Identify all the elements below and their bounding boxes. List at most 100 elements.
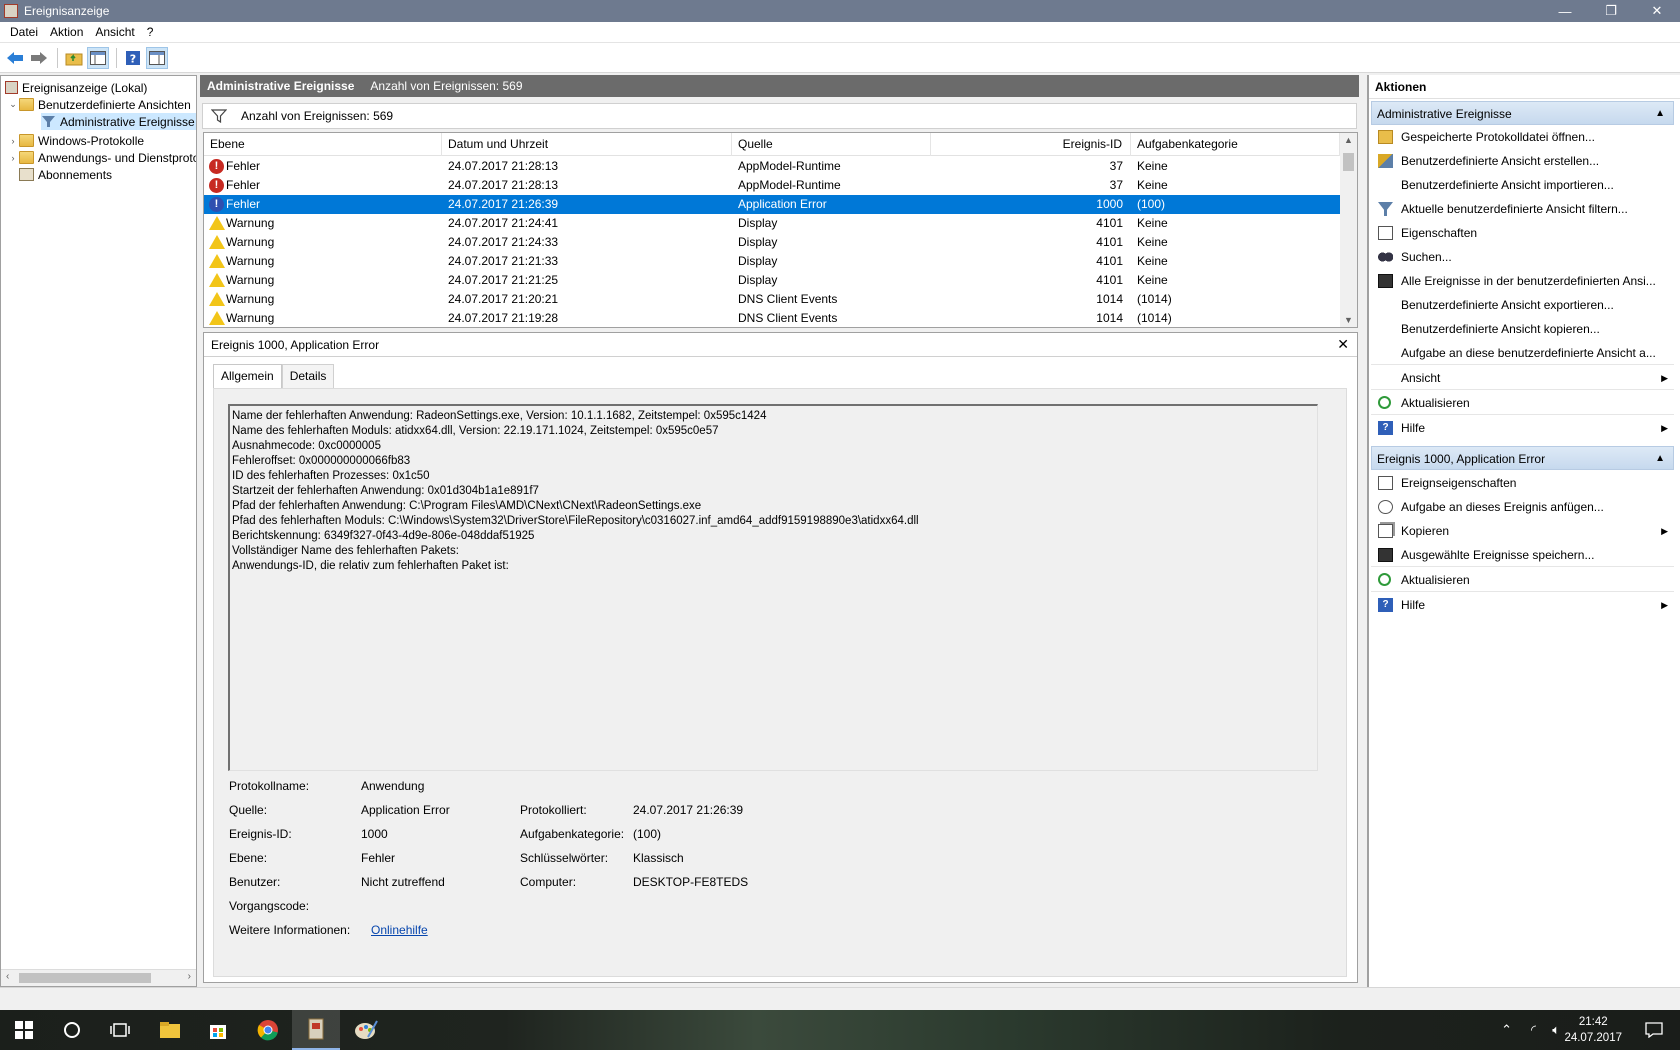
actions-section-event[interactable]: Ereignis 1000, Application Error ▲ bbox=[1371, 446, 1674, 470]
scroll-up-icon[interactable]: ▲ bbox=[1344, 135, 1353, 145]
source-label: Quelle: bbox=[229, 803, 268, 817]
online-help-link[interactable]: Onlinehilfe bbox=[371, 923, 428, 937]
action-center-button[interactable] bbox=[1634, 1010, 1674, 1050]
tree-item-custom-views[interactable]: ⌄ Benutzerdefinierte Ansichten bbox=[7, 96, 191, 113]
task-view-button[interactable] bbox=[96, 1010, 144, 1050]
chevron-down-icon[interactable]: ⌄ bbox=[7, 99, 19, 110]
refresh-icon bbox=[1378, 396, 1391, 409]
taskbar-store[interactable] bbox=[194, 1010, 242, 1050]
actions-section-admin-events[interactable]: Administrative Ereignisse ▲ bbox=[1371, 101, 1674, 125]
close-button[interactable]: ✕ bbox=[1634, 0, 1680, 22]
cell-task-category: (100) bbox=[1137, 197, 1166, 211]
collapse-icon[interactable]: ▲ bbox=[1655, 102, 1665, 126]
table-row[interactable]: Warnung 24.07.2017 21:20:21 DNS Client Eve… bbox=[204, 290, 1340, 309]
cell-datetime: 24.07.2017 21:24:41 bbox=[448, 216, 559, 230]
action-item[interactable]: Aufgabe an diese benutzerdefinierte Ansi… bbox=[1371, 341, 1674, 365]
action-item[interactable]: Alle Ereignisse in der benutzerdefiniert… bbox=[1371, 269, 1674, 293]
help-icon[interactable]: ? bbox=[122, 47, 144, 69]
scroll-right-icon[interactable]: › bbox=[188, 971, 191, 982]
event-description[interactable]: Name der fehlerhaften Anwendung: RadeonS… bbox=[228, 404, 1318, 771]
column-header-level[interactable]: Ebene bbox=[204, 133, 442, 156]
back-arrow-icon[interactable] bbox=[4, 47, 26, 69]
column-header-event-id[interactable]: Ereignis-ID bbox=[931, 133, 1131, 156]
action-item[interactable]: Eigenschaften bbox=[1371, 221, 1674, 245]
action-item[interactable]: Aktualisieren bbox=[1371, 391, 1674, 415]
action-label: Eigenschaften bbox=[1401, 226, 1478, 240]
action-item[interactable]: Ausgewählte Ereignisse speichern... bbox=[1371, 543, 1674, 567]
up-folder-icon[interactable] bbox=[63, 47, 85, 69]
volume-icon[interactable]: 🔈︎ bbox=[1552, 1022, 1560, 1038]
network-icon[interactable]: ◜ bbox=[1531, 1022, 1536, 1038]
table-row[interactable]: Warnung 24.07.2017 21:24:33 Display 4101 Kei… bbox=[204, 233, 1340, 252]
tree-item-subscriptions[interactable]: Abonnements bbox=[19, 166, 112, 183]
show-hide-action-pane-icon[interactable] bbox=[146, 46, 168, 69]
menu-bar: Datei Aktion Ansicht ? bbox=[0, 22, 1680, 43]
taskbar-chrome[interactable] bbox=[244, 1010, 292, 1050]
scroll-down-icon[interactable]: ▼ bbox=[1344, 315, 1353, 325]
action-item[interactable]: ? Hilfe ▶ bbox=[1371, 416, 1674, 440]
cell-level: Fehler bbox=[226, 159, 261, 173]
chevron-right-icon[interactable]: › bbox=[7, 153, 19, 163]
action-item[interactable]: ? Hilfe ▶ bbox=[1371, 593, 1674, 617]
show-hide-tree-icon[interactable] bbox=[87, 46, 109, 69]
menu-help[interactable]: ? bbox=[141, 25, 160, 39]
action-item[interactable]: Benutzerdefinierte Ansicht erstellen... bbox=[1371, 149, 1674, 173]
table-row[interactable]: Warnung 24.07.2017 21:21:25 Display 4101 Kei… bbox=[204, 271, 1340, 290]
column-header-datetime[interactable]: Datum und Uhrzeit bbox=[442, 133, 732, 156]
menu-datei[interactable]: Datei bbox=[4, 25, 44, 39]
column-header-task-category[interactable]: Aufgabenkategorie bbox=[1131, 133, 1340, 156]
divider bbox=[1371, 414, 1674, 415]
taskbar-event-viewer[interactable] bbox=[292, 1010, 340, 1050]
column-header-source[interactable]: Quelle bbox=[732, 133, 931, 156]
cell-source: AppModel-Runtime bbox=[738, 159, 841, 173]
restore-button[interactable]: ❐ bbox=[1588, 0, 1634, 22]
create-filter-icon bbox=[1378, 154, 1393, 168]
close-icon[interactable]: ✕ bbox=[1337, 336, 1349, 353]
tab-allgemein[interactable]: Allgemein bbox=[213, 364, 282, 389]
forward-arrow-icon[interactable] bbox=[28, 47, 50, 69]
collapse-icon[interactable]: ▲ bbox=[1655, 447, 1665, 471]
menu-ansicht[interactable]: Ansicht bbox=[89, 25, 140, 39]
scrollbar-thumb[interactable] bbox=[19, 973, 151, 983]
menu-aktion[interactable]: Aktion bbox=[44, 25, 89, 39]
action-item[interactable]: Suchen... bbox=[1371, 245, 1674, 269]
tree-horizontal-scrollbar[interactable]: ‹ › bbox=[1, 969, 196, 986]
clock[interactable]: 21:42 24.07.2017 bbox=[1564, 1014, 1622, 1046]
cell-task-category: Keine bbox=[1137, 273, 1168, 287]
taskbar-paint[interactable] bbox=[342, 1010, 390, 1050]
action-item[interactable]: Benutzerdefinierte Ansicht kopieren... bbox=[1371, 317, 1674, 341]
tree-item-windows-logs[interactable]: › Windows-Protokolle bbox=[7, 132, 145, 149]
action-item[interactable]: Ereignseigenschaften bbox=[1371, 471, 1674, 495]
table-row[interactable]: ! Fehler 24.07.2017 21:28:13 AppModel-Runti… bbox=[204, 176, 1340, 195]
chevron-right-icon[interactable]: › bbox=[7, 136, 19, 146]
tree-item-admin-events[interactable]: Administrative Ereignisse bbox=[41, 113, 196, 130]
scrollbar-thumb[interactable] bbox=[1343, 153, 1354, 171]
tab-details[interactable]: Details bbox=[281, 364, 335, 388]
start-button[interactable] bbox=[0, 1010, 48, 1050]
level-label: Ebene: bbox=[229, 851, 268, 865]
action-item[interactable]: Ansicht ▶ bbox=[1371, 366, 1674, 390]
action-item[interactable]: Aktuelle benutzerdefinierte Ansicht filt… bbox=[1371, 197, 1674, 221]
action-item[interactable]: Gespeicherte Protokolldatei öffnen... bbox=[1371, 125, 1674, 149]
table-row[interactable]: ! Fehler 24.07.2017 21:28:13 AppModel-Runti… bbox=[204, 157, 1340, 176]
table-row[interactable]: Warnung 24.07.2017 21:19:28 DNS Client Eve… bbox=[204, 309, 1340, 327]
scroll-left-icon[interactable]: ‹ bbox=[6, 971, 9, 982]
warning-icon bbox=[209, 273, 225, 287]
tree-item-root[interactable]: Ereignisanzeige (Lokal) bbox=[5, 79, 147, 96]
table-row[interactable]: ! Fehler 24.07.2017 21:26:39 Application Er… bbox=[204, 195, 1340, 214]
table-row[interactable]: Warnung 24.07.2017 21:21:33 Display 4101 Kei… bbox=[204, 252, 1340, 271]
action-item[interactable]: Aufgabe an dieses Ereignis anfügen... bbox=[1371, 495, 1674, 519]
chevron-up-icon[interactable]: ⌃ bbox=[1501, 1022, 1512, 1038]
tree-item-app-service-logs[interactable]: › Anwendungs- und Dienstprotokolle bbox=[7, 149, 197, 166]
cortana-button[interactable] bbox=[48, 1010, 96, 1050]
action-item[interactable]: Kopieren ▶ bbox=[1371, 519, 1674, 543]
action-item[interactable]: Benutzerdefinierte Ansicht importieren..… bbox=[1371, 173, 1674, 197]
event-detail-pane: Ereignis 1000, Application Error ✕ Allge… bbox=[203, 332, 1358, 983]
table-row[interactable]: Warnung 24.07.2017 21:24:41 Display 4101 Kei… bbox=[204, 214, 1340, 233]
minimize-button[interactable]: — bbox=[1542, 0, 1588, 22]
action-item[interactable]: Benutzerdefinierte Ansicht exportieren..… bbox=[1371, 293, 1674, 317]
action-item[interactable]: Aktualisieren bbox=[1371, 568, 1674, 592]
list-vertical-scrollbar[interactable]: ▲ ▼ bbox=[1340, 133, 1357, 327]
submenu-arrow-icon: ▶ bbox=[1661, 423, 1668, 433]
taskbar-explorer[interactable] bbox=[146, 1010, 194, 1050]
